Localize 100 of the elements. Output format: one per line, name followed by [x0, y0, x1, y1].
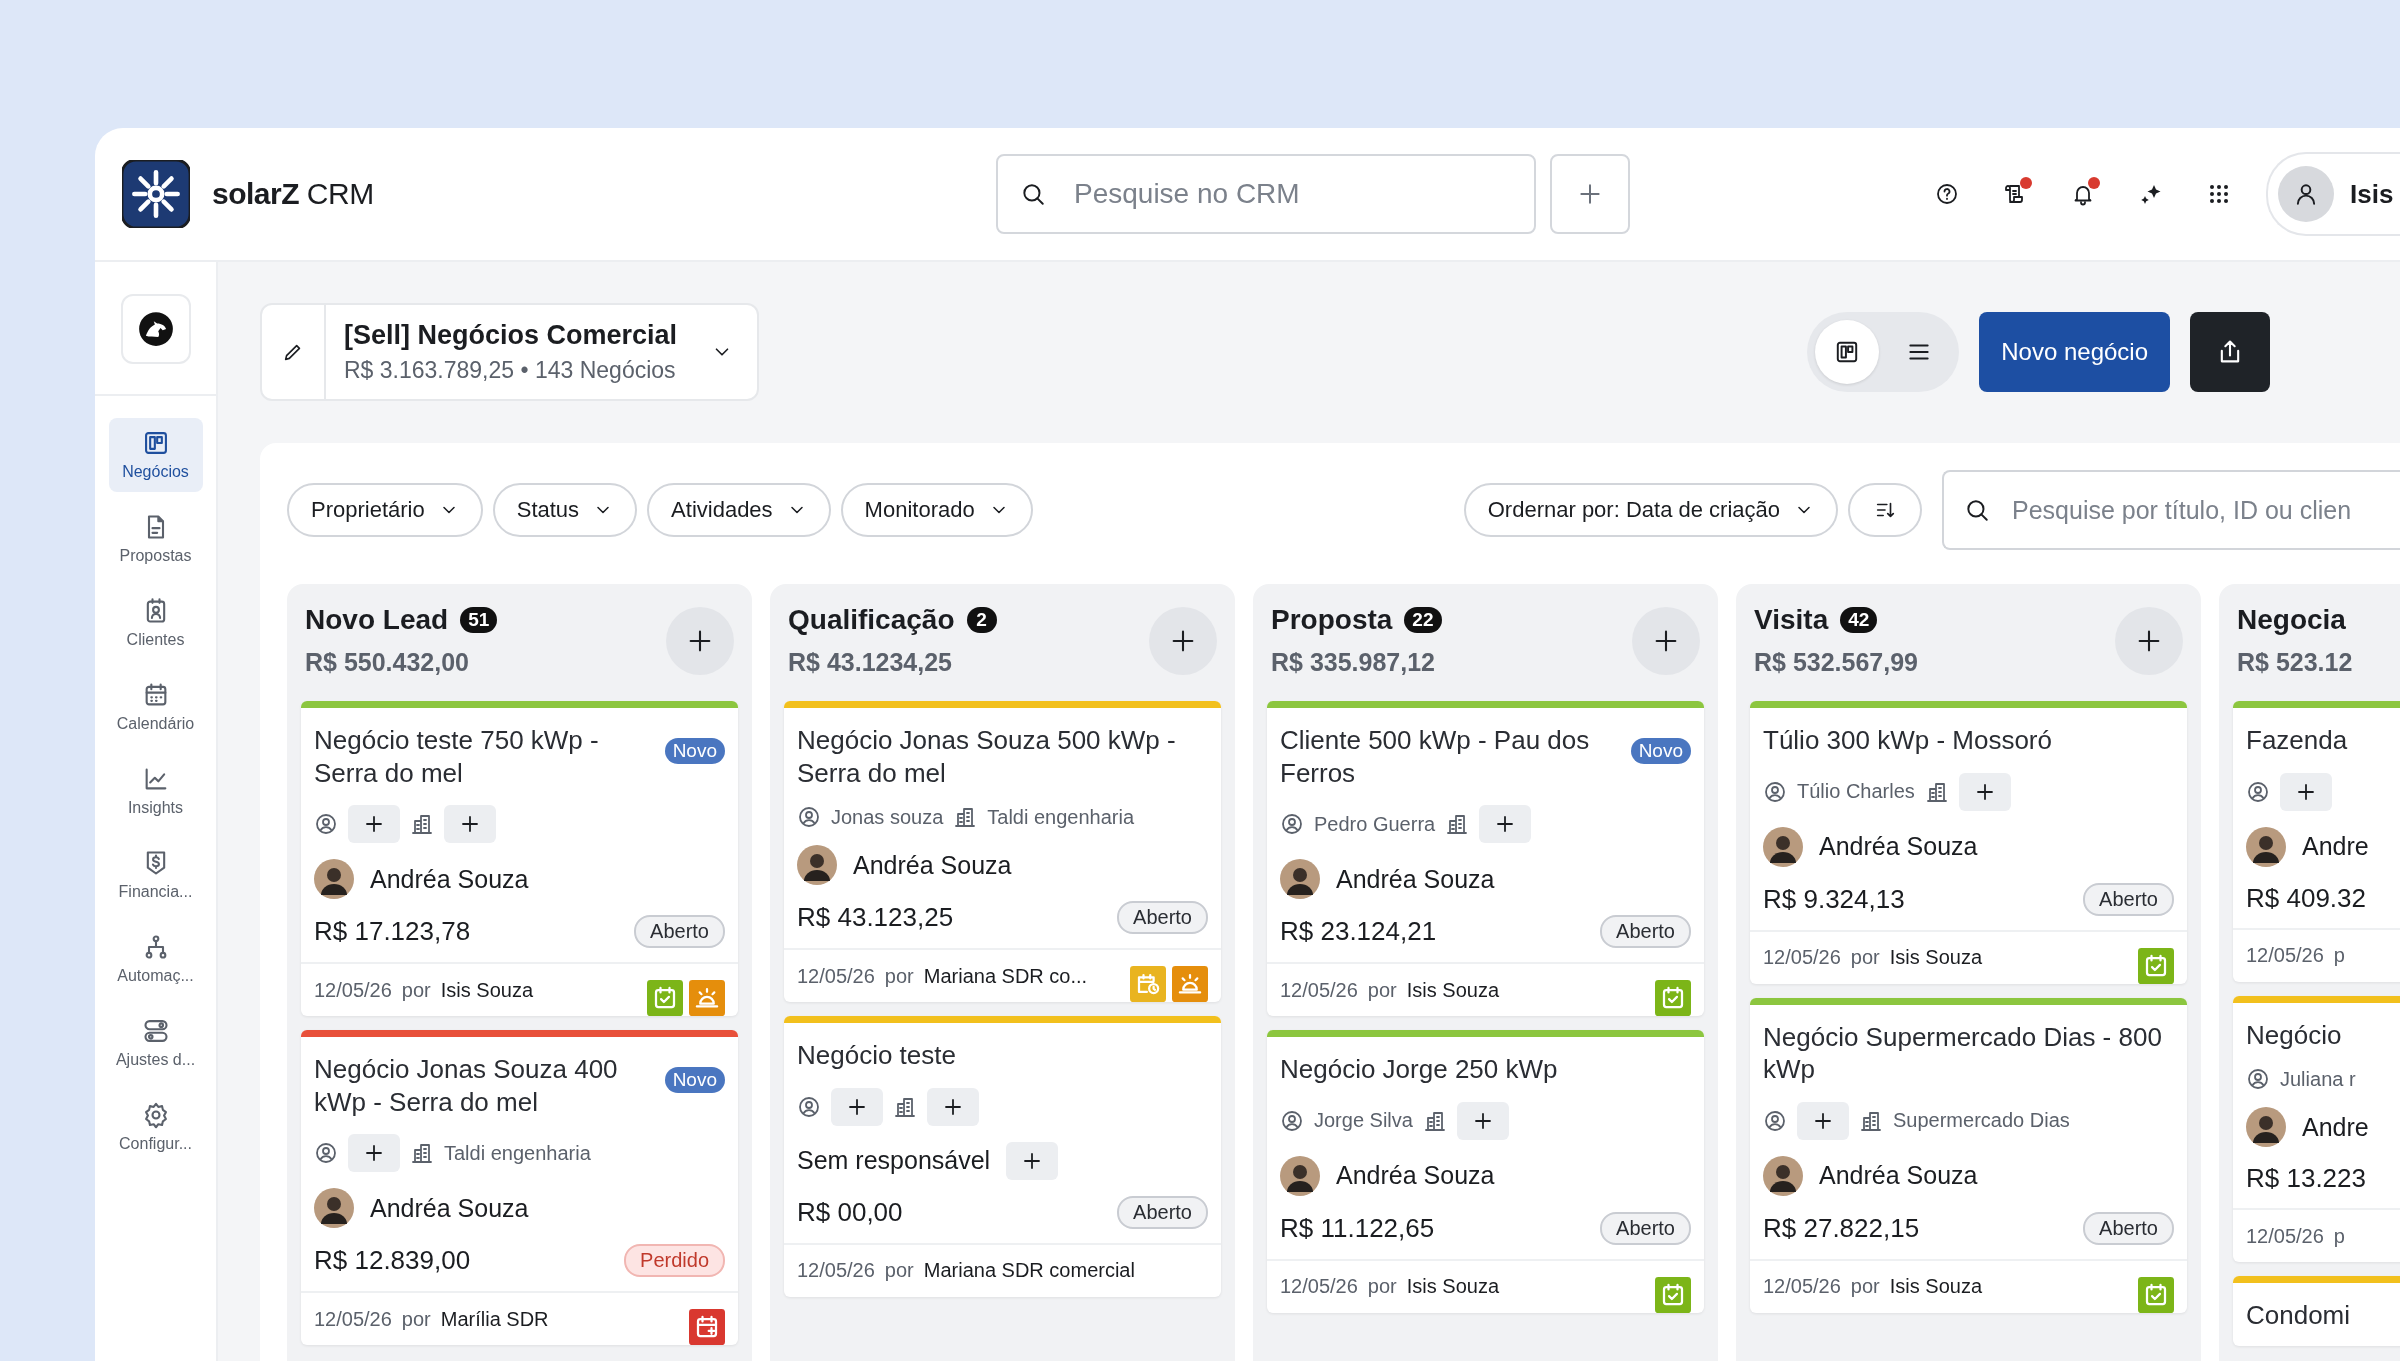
calendar-check-icon[interactable] [2138, 947, 2174, 984]
created-date: 12/05/26 [1280, 978, 1358, 1002]
board-search-field[interactable]: Pesquise por título, ID ou clien [1942, 470, 2400, 550]
by-label: por [401, 1307, 431, 1331]
deal-card[interactable]: Negócio Jonas Souza 400 kWp - Serra do mel Novo Taldi engenharia Andréa Souza R$ 12.839,00 Perdido 12/05/26 por Marília SDR [301, 1030, 738, 1345]
sort-dropdown[interactable]: Ordernar por: Data de criação [1463, 483, 1838, 537]
column-total: R$ 335.987,12 [1271, 648, 1437, 677]
new-deal-button[interactable]: Novo negócio [1979, 312, 2170, 392]
building-icon [410, 1141, 434, 1165]
deal-card[interactable]: Negócio Jorge 250 kWp Jorge Silva Andréa Souza R$ 11.122,65 Aberto 12/05/26 por Isis Souza [1267, 1030, 1704, 1313]
contact-name: Pedro Guerra [1314, 812, 1436, 836]
add-company-button[interactable] [1958, 772, 2011, 811]
by-label: por [1850, 946, 1880, 969]
contact-name: Jonas souza [831, 805, 944, 829]
owner-name: Andre [2302, 832, 2369, 861]
author-name: Marília SDR [440, 1307, 549, 1331]
deal-card[interactable]: Túlio 300 kWp - Mossoró Túlio Charles Andréa Souza R$ 9.324,13 Aberto 12/05/26 por Isis Souza [1750, 701, 2187, 984]
company-name: Taldi engenharia [987, 805, 1135, 829]
avatar-icon [2246, 826, 2286, 867]
filter-dropdown[interactable]: Status [492, 483, 638, 537]
created-date: 12/05/26 [1763, 946, 1841, 969]
owner-name: Andréa Souza [1819, 1161, 1978, 1190]
author-name: Isis Souza [1406, 978, 1500, 1002]
nav-item[interactable]: Ajustes d... [108, 1006, 203, 1080]
add-contact-button[interactable] [1797, 1101, 1849, 1140]
person-circle-icon [1763, 779, 1787, 804]
person-circle-icon [314, 1141, 338, 1165]
deal-title: Cliente 500 kWp - Pau dos Ferros [1280, 724, 1591, 789]
deal-card[interactable]: Negócio Supermercado Dias - 800 kWp Supermercado Dias Andréa Souza R$ 27.822,15 Aberto 12/05/26 por Isis Souza [1750, 997, 2187, 1313]
avatar-icon [797, 845, 837, 885]
toggles-icon [141, 1017, 170, 1045]
add-company-button[interactable] [927, 1087, 979, 1126]
deal-card[interactable]: Negócio Juliana r Andre R$ 13.223 12/05/26 p [2233, 995, 2400, 1262]
deal-value: R$ 13.223 [2246, 1163, 2366, 1194]
calendar-check-icon[interactable] [1655, 980, 1691, 1016]
add-contact-button[interactable] [831, 1087, 883, 1126]
column-title: Visita [1754, 604, 1829, 636]
owner-name: Andréa Souza [1819, 832, 1978, 861]
column-total: R$ 523.12 [2237, 648, 2354, 677]
nav-item[interactable]: Automaç... [108, 922, 203, 996]
person-circle-icon [797, 805, 821, 829]
deal-value: R$ 17.123,78 [314, 916, 471, 947]
search-icon [1964, 497, 1990, 523]
person-circle-icon [1280, 812, 1304, 836]
created-date: 12/05/26 [314, 978, 392, 1002]
nav-item[interactable]: Calendário [108, 670, 203, 744]
avatar-icon [1763, 826, 1803, 867]
nav-item[interactable]: Configur... [108, 1090, 203, 1164]
deal-card[interactable]: Fazenda Andre R$ 409.32 12/05/26 p [2233, 701, 2400, 982]
search-field[interactable]: Pesquise no CRM [996, 154, 1536, 234]
alarm-light-icon[interactable] [689, 980, 725, 1016]
nav-item[interactable]: Financia... [108, 838, 203, 912]
calendar-check-icon[interactable] [2138, 1276, 2174, 1313]
column-title: Qualificação [788, 604, 955, 636]
deal-card[interactable]: Condomi [2233, 1276, 2400, 1346]
column-total: R$ 43.1234,25 [788, 648, 954, 677]
building-icon [1445, 812, 1470, 836]
add-contact-button[interactable] [348, 1134, 400, 1172]
profile-button[interactable]: Isis [2266, 152, 2400, 236]
owner-name: Andréa Souza [370, 1193, 529, 1223]
avatar-icon [314, 859, 354, 899]
nav-item[interactable]: Propostas [108, 502, 203, 576]
created-date: 12/05/26 [1763, 1275, 1841, 1298]
avatar-icon [314, 1188, 354, 1228]
add-contact-button[interactable] [348, 805, 400, 843]
board-view-button[interactable] [1815, 320, 1880, 384]
pipeline-selector[interactable]: [Sell] Negócios Comercial R$ 3.163.789,25 • 143 Negócios [260, 303, 760, 401]
person-circle-icon [2246, 779, 2270, 804]
filter-dropdown[interactable]: Atividades [647, 483, 831, 537]
person-circle-icon [797, 1094, 821, 1119]
unassigned-label: Sem responsável [797, 1146, 991, 1175]
deal-card[interactable]: Negócio teste 750 kWp - Serra do mel Novo Andréa Souza R$ 17.123,78 Aberto 12/05/26 por Isis Souza [301, 701, 738, 1016]
person-circle-icon [2246, 1067, 2270, 1091]
add-company-button[interactable] [1456, 1101, 1509, 1140]
nav-item[interactable]: Negócios [108, 418, 203, 492]
by-label: por [1367, 978, 1397, 1002]
add-company-button[interactable] [1479, 805, 1532, 843]
deal-card[interactable]: Negócio teste Sem responsável R$ 00,00 Aberto 12/05/26 por Mariana SDR comercial [784, 1016, 1221, 1297]
calendar-plus-icon[interactable] [689, 1309, 725, 1345]
export-button[interactable] [2190, 312, 2270, 392]
author-name: Isis Souza [1406, 1275, 1500, 1298]
add-owner-button[interactable] [1006, 1141, 1059, 1180]
deal-value: R$ 12.839,00 [314, 1245, 471, 1276]
count-badge: 2 [966, 607, 997, 633]
deal-card[interactable]: Cliente 500 kWp - Pau dos Ferros Novo Pedro Guerra Andréa Souza R$ 23.124,21 Aberto 12/05/26 por Isis Souza [1267, 701, 1704, 1016]
workspace-logo[interactable] [120, 294, 191, 364]
alarm-light-icon[interactable] [1172, 966, 1208, 1002]
add-company-button[interactable] [444, 805, 496, 843]
deal-title: Negócio Jonas Souza 400 kWp - Serra do mel [314, 1053, 619, 1118]
count-badge: 42 [1840, 607, 1878, 633]
calendar-check-icon[interactable] [647, 980, 683, 1016]
deal-title: Fazenda [2246, 724, 2349, 757]
filter-dropdown[interactable]: Monitorado [840, 483, 1033, 537]
filter-dropdown[interactable]: Proprietário [287, 483, 483, 537]
nav-item[interactable]: Insights [108, 754, 203, 828]
add-contact-button[interactable] [2280, 772, 2332, 811]
status-badge: Aberto [1600, 915, 1691, 948]
calendar-check-icon[interactable] [1655, 1276, 1691, 1313]
nav-item[interactable]: Clientes [108, 586, 203, 660]
deal-card[interactable]: Negócio Jonas Souza 500 kWp - Serra do mel Jonas souza Taldi engenharia Andréa Souza R$ 43.123,25 Aberto 12/05/26 por Mariana SDR co... [784, 701, 1221, 1002]
